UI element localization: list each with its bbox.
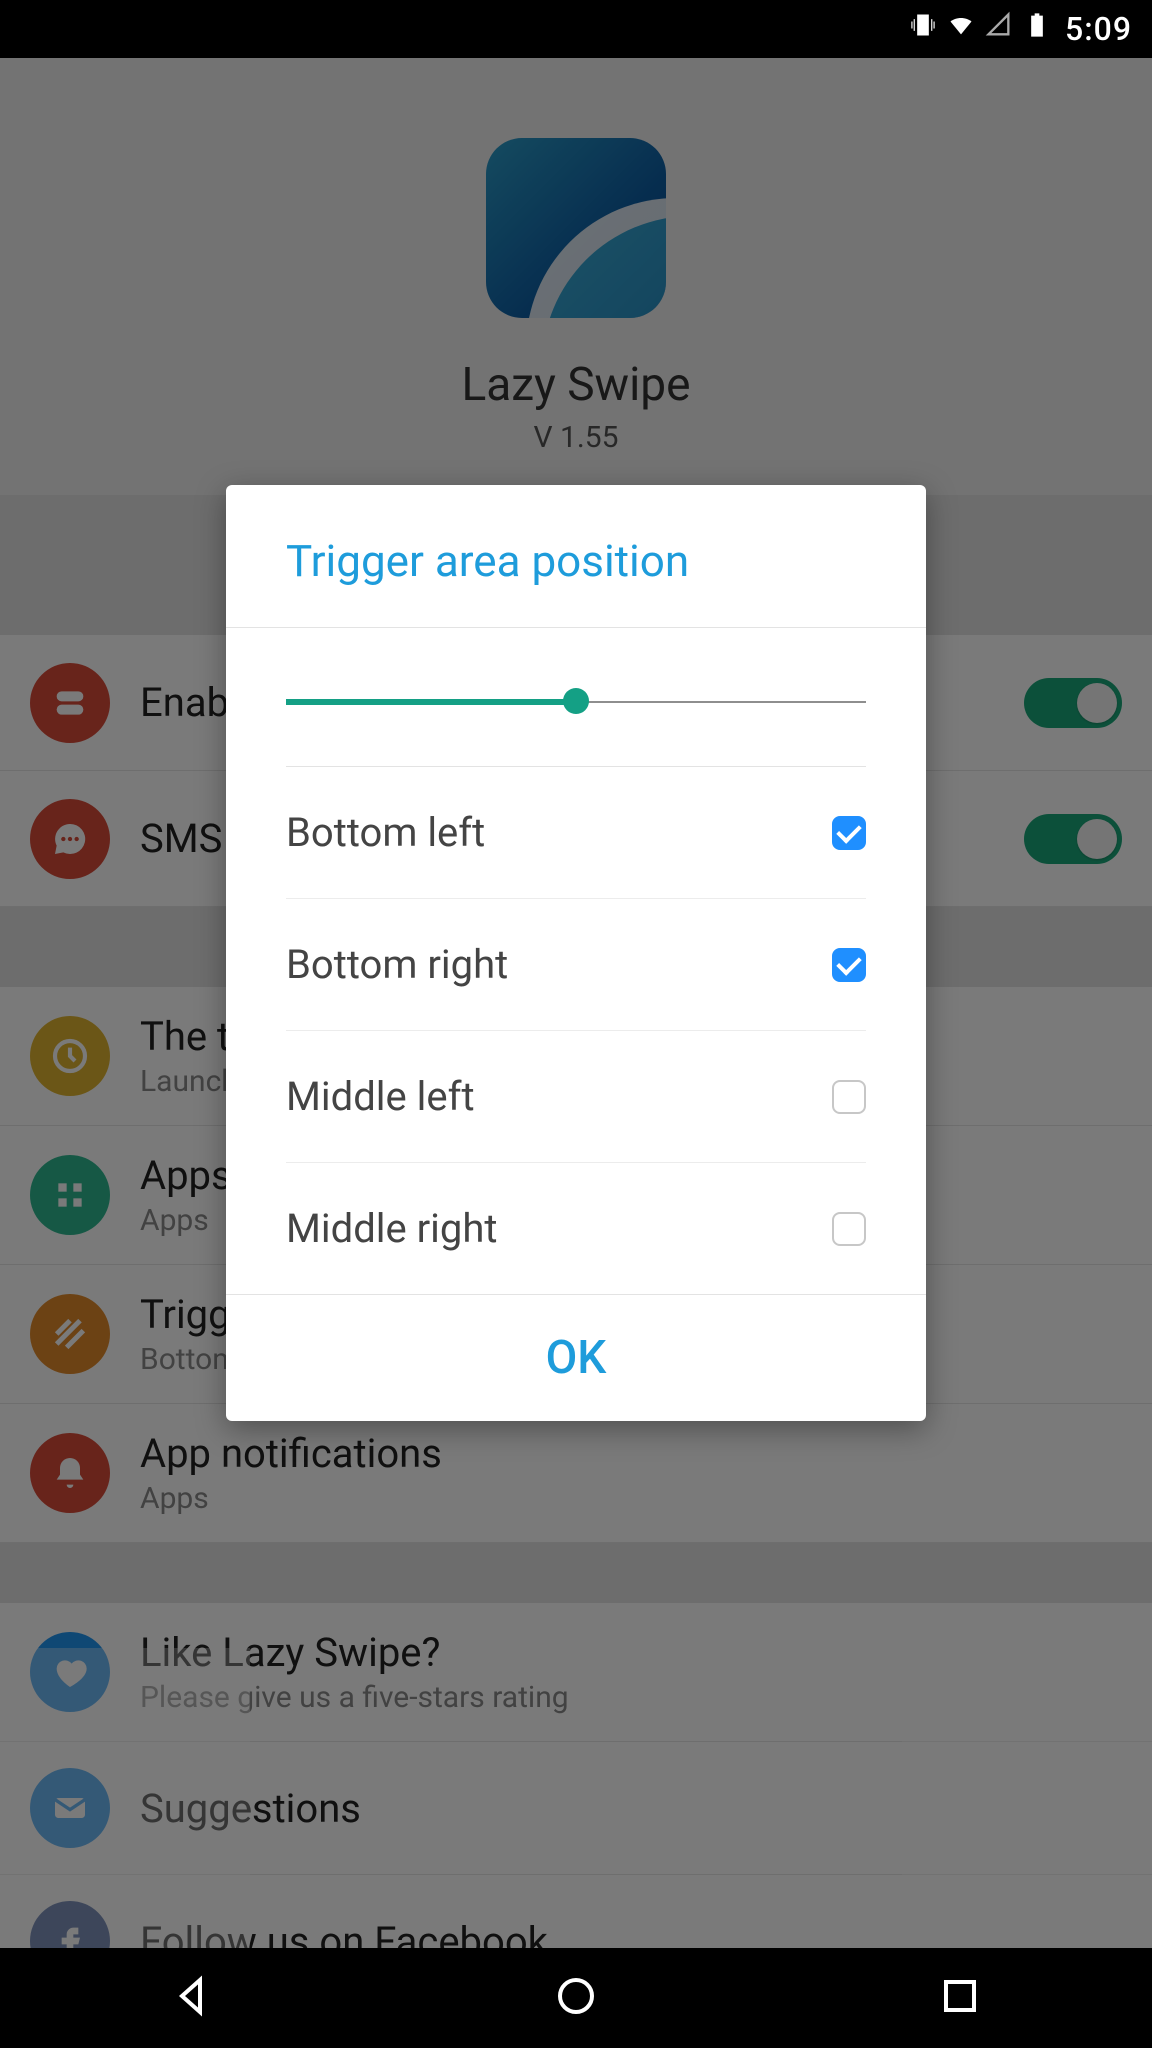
option-label: Middle right <box>286 1205 497 1252</box>
checkbox-middle-right[interactable] <box>832 1212 866 1246</box>
option-bottom-right[interactable]: Bottom right <box>286 899 866 1031</box>
trigger-position-dialog: Trigger area position Bottom left Bottom… <box>226 485 926 1421</box>
back-button[interactable] <box>168 1972 216 2024</box>
checkbox-middle-left[interactable] <box>832 1080 866 1114</box>
android-nav-bar <box>0 1948 1152 2048</box>
option-label: Middle left <box>286 1073 475 1120</box>
slider-knob[interactable] <box>563 688 589 714</box>
trigger-size-slider[interactable] <box>286 698 866 706</box>
battery-icon <box>1023 11 1051 47</box>
status-clock: 5:09 <box>1061 10 1132 48</box>
dialog-title: Trigger area position <box>226 485 926 627</box>
dialog-footer: OK <box>226 1294 926 1421</box>
option-list: Bottom left Bottom right Middle left Mid… <box>226 767 926 1294</box>
checkbox-bottom-left[interactable] <box>832 816 866 850</box>
vibrate-icon <box>909 11 937 47</box>
option-label: Bottom right <box>286 941 508 988</box>
option-bottom-left[interactable]: Bottom left <box>286 767 866 899</box>
signal-icon <box>985 11 1013 47</box>
home-button[interactable] <box>552 1972 600 2024</box>
checkbox-bottom-right[interactable] <box>832 948 866 982</box>
ok-button[interactable]: OK <box>546 1331 607 1385</box>
wifi-icon <box>947 11 975 47</box>
slider-fill <box>286 699 576 705</box>
recents-button[interactable] <box>936 1972 984 2024</box>
slider-container <box>226 628 926 766</box>
option-middle-left[interactable]: Middle left <box>286 1031 866 1163</box>
option-middle-right[interactable]: Middle right <box>286 1163 866 1294</box>
option-label: Bottom left <box>286 809 485 856</box>
status-bar: 5:09 <box>0 0 1152 58</box>
